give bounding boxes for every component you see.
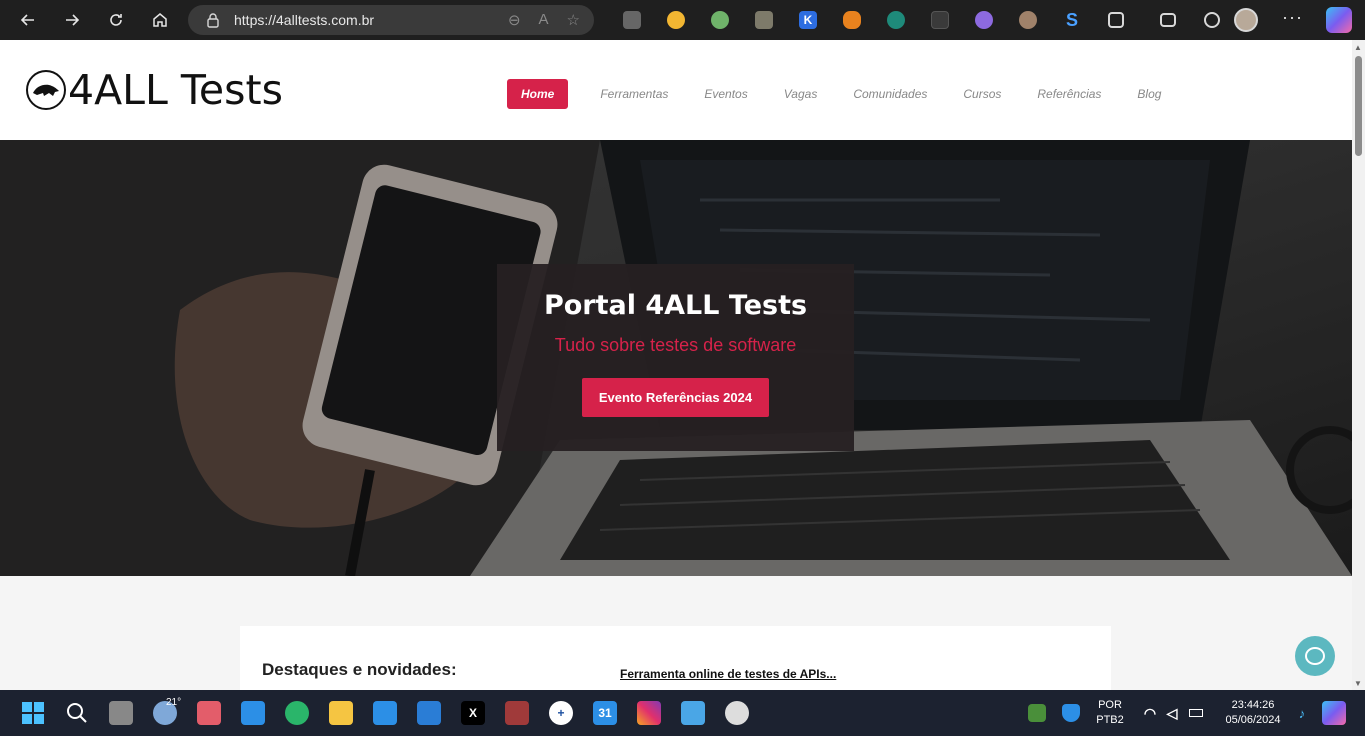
mail-icon[interactable] bbox=[373, 701, 397, 725]
logo-text: 4ALL Tests bbox=[68, 66, 283, 114]
extension-icon[interactable] bbox=[654, 8, 698, 32]
windows-taskbar: X + 31 POR PTB2 ◠ ◁ 23:44:26 05/06/2024 … bbox=[0, 690, 1365, 736]
clock-time: 23:44:26 bbox=[1231, 699, 1275, 711]
hero-title: Portal 4ALL Tests bbox=[543, 290, 808, 321]
notepad-icon[interactable] bbox=[681, 701, 705, 725]
task-view-icon[interactable] bbox=[109, 701, 133, 725]
menu-item-eventos[interactable]: Eventos bbox=[686, 79, 765, 109]
event-button[interactable]: Evento Referências 2024 bbox=[582, 378, 769, 417]
home-icon[interactable] bbox=[142, 4, 178, 36]
hero-banner: Portal 4ALL Tests Tudo sobre testes de s… bbox=[0, 140, 1352, 576]
lock-icon[interactable] bbox=[206, 12, 220, 28]
extension-icon[interactable] bbox=[698, 8, 742, 32]
split-screen-icon[interactable] bbox=[1146, 8, 1190, 32]
highlights-heading: Destaques e novidades: bbox=[262, 660, 457, 679]
hero-subtitle: Tudo sobre testes de software bbox=[554, 335, 797, 355]
forward-icon[interactable] bbox=[54, 4, 90, 36]
scroll-up-icon[interactable]: ▲ bbox=[1354, 43, 1362, 52]
browser-essentials-icon[interactable] bbox=[1190, 8, 1234, 32]
page-scrollbar[interactable]: ▲ ▼ bbox=[1352, 40, 1365, 690]
menu-item-comunidades[interactable]: Comunidades bbox=[835, 79, 945, 109]
search-icon[interactable] bbox=[65, 701, 89, 725]
metamask-icon[interactable] bbox=[830, 8, 874, 32]
url-text[interactable]: https://4alltests.com.br bbox=[234, 12, 374, 28]
extension-icon[interactable] bbox=[918, 8, 962, 32]
menu-item-home[interactable]: Home bbox=[507, 79, 569, 109]
menu-item-cursos[interactable]: Cursos bbox=[945, 79, 1019, 109]
x-twitter-icon[interactable]: X bbox=[461, 701, 485, 725]
instagram-icon[interactable] bbox=[637, 701, 661, 725]
extension-icon[interactable] bbox=[610, 8, 654, 32]
highlights-section: Destaques e novidades: Ferramenta online… bbox=[240, 626, 1111, 696]
refresh-icon[interactable] bbox=[98, 4, 134, 36]
read-aloud-icon[interactable]: A bbox=[539, 11, 549, 29]
volume-icon[interactable]: ◁ bbox=[1160, 701, 1184, 725]
copilot-icon[interactable] bbox=[1326, 7, 1352, 33]
scroll-thumb[interactable] bbox=[1355, 56, 1362, 156]
clock-date: 05/06/2024 bbox=[1225, 714, 1281, 726]
language-text: POR bbox=[1098, 699, 1122, 711]
article-link[interactable]: Ferramenta online de testes de APIs... bbox=[620, 667, 836, 681]
bug-logo-icon bbox=[26, 70, 66, 110]
extension-icon[interactable] bbox=[962, 8, 1006, 32]
keyboard-text: PTB2 bbox=[1096, 714, 1124, 726]
wifi-icon[interactable]: ◠ bbox=[1138, 701, 1162, 725]
notification-bell-icon[interactable]: ♪ bbox=[1290, 701, 1314, 725]
main-menu: Home Ferramentas Eventos Vagas Comunidad… bbox=[507, 79, 1179, 109]
back-icon[interactable] bbox=[10, 4, 46, 36]
clock[interactable]: 23:44:26 05/06/2024 bbox=[1218, 698, 1288, 728]
chat-bubble-icon[interactable] bbox=[1295, 636, 1335, 676]
language-indicator[interactable]: POR PTB2 bbox=[1094, 698, 1126, 728]
app-icon[interactable] bbox=[505, 701, 529, 725]
copilot-taskbar-icon[interactable] bbox=[1322, 701, 1346, 725]
extensions-row: K S bbox=[610, 8, 1234, 32]
windows-start-icon[interactable] bbox=[21, 701, 45, 725]
battery-icon[interactable] bbox=[1184, 701, 1208, 725]
vscode-icon[interactable] bbox=[417, 701, 441, 725]
profile-avatar[interactable] bbox=[1234, 8, 1258, 32]
extensions-puzzle-icon[interactable] bbox=[1094, 8, 1138, 32]
snipping-tool-icon[interactable] bbox=[197, 701, 221, 725]
tray-app-icon[interactable] bbox=[1028, 704, 1046, 722]
defender-shield-icon[interactable] bbox=[1062, 704, 1080, 722]
address-bar[interactable]: https://4alltests.com.br ⊖ A ☆ bbox=[188, 5, 594, 35]
calendar-icon[interactable]: 31 bbox=[593, 701, 617, 725]
favorite-star-icon[interactable]: ☆ bbox=[567, 11, 580, 29]
scroll-down-icon[interactable]: ▼ bbox=[1354, 679, 1362, 688]
menu-item-referencias[interactable]: Referências bbox=[1019, 79, 1119, 109]
menu-item-vagas[interactable]: Vagas bbox=[766, 79, 836, 109]
app-icon[interactable] bbox=[725, 701, 749, 725]
edge-icon[interactable] bbox=[285, 701, 309, 725]
menu-item-blog[interactable]: Blog bbox=[1119, 79, 1179, 109]
site-logo[interactable]: 4ALL Tests bbox=[26, 66, 283, 114]
zoom-icon[interactable]: ⊖ bbox=[508, 11, 521, 29]
extension-icon[interactable]: K bbox=[786, 8, 830, 32]
app-icon[interactable]: + bbox=[549, 701, 573, 725]
extension-icon[interactable]: S bbox=[1050, 8, 1094, 32]
hero-card: Portal 4ALL Tests Tudo sobre testes de s… bbox=[497, 264, 854, 451]
extension-icon[interactable] bbox=[1006, 8, 1050, 32]
menu-item-ferramentas[interactable]: Ferramentas bbox=[582, 79, 686, 109]
extension-icon[interactable] bbox=[742, 8, 786, 32]
weather-temperature: 21° bbox=[166, 697, 182, 708]
microsoft-store-icon[interactable] bbox=[241, 701, 265, 725]
site-header: 4ALL Tests Home Ferramentas Eventos Vaga… bbox=[0, 40, 1352, 140]
extension-icon[interactable] bbox=[874, 8, 918, 32]
file-explorer-icon[interactable] bbox=[329, 701, 353, 725]
more-options-icon[interactable]: ··· bbox=[1282, 7, 1303, 28]
browser-toolbar: https://4alltests.com.br ⊖ A ☆ K S ··· bbox=[0, 0, 1365, 40]
